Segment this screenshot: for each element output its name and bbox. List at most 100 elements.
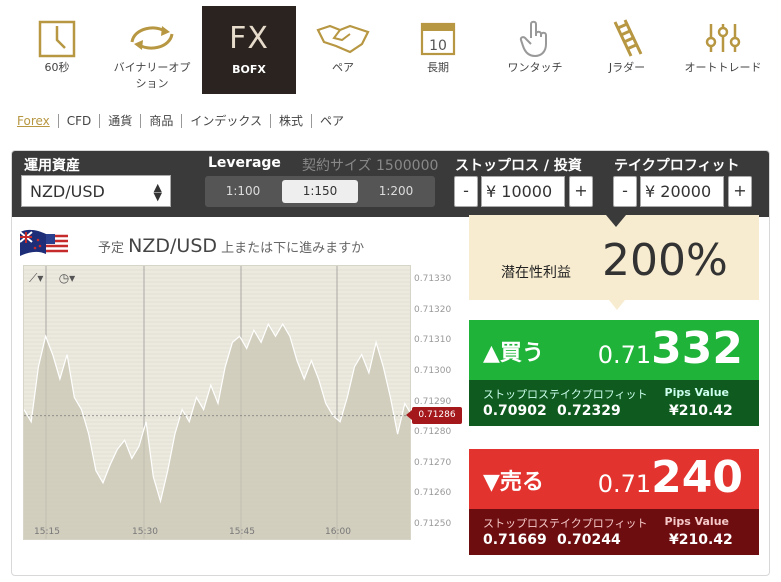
current-price-tag: 0.71286	[406, 406, 462, 424]
fx-glyph: FX	[229, 20, 269, 56]
buy-stoploss-value: 0.70902	[483, 403, 547, 419]
sell-details-header: ストップロステイクプロフィット	[483, 517, 648, 530]
tool-pair[interactable]: ペア	[300, 6, 386, 94]
tool-auto-trade[interactable]: オートトレード	[680, 6, 766, 94]
sell-pips-value: ¥210.42	[669, 532, 733, 548]
buy-takeprofit-value: 0.72329	[557, 403, 621, 419]
up-arrow-icon: ▲	[483, 341, 500, 366]
nzd-usd-flag-icon	[18, 226, 70, 262]
product-toolbar: 60秒 バイナリーオプション FX BOFX ペア 10 長期 ワンタッチ Jラ	[0, 0, 781, 100]
sell-top: ▼売る 0.71240	[469, 449, 759, 509]
sliders-icon	[680, 16, 766, 60]
takeprofit-label: テイクプロフィット	[614, 158, 740, 174]
buy-price: 0.71332	[598, 323, 743, 374]
tab-forex[interactable]: Forex	[17, 114, 58, 128]
takeprofit-plus-button[interactable]: +	[728, 176, 752, 207]
leverage-selector: 1:100 1:150 1:200	[205, 176, 435, 207]
tool-one-touch[interactable]: ワンタッチ	[490, 6, 580, 94]
sell-takeprofit-value: 0.70244	[557, 532, 621, 548]
buy-details-header: ストップロステイクプロフィット	[483, 388, 648, 401]
x-tick-label: 15:30	[132, 527, 158, 537]
sell-button[interactable]: ▼売る 0.71240 ストップロステイクプロフィット Pips Value 0…	[469, 449, 759, 555]
tool-label: ワンタッチ	[507, 61, 563, 74]
contract-size-label: 契約サイズ 1500000	[302, 158, 439, 174]
cycle-arrows-icon	[104, 16, 200, 60]
y-tick-label: 0.71310	[414, 335, 452, 346]
leverage-option-200[interactable]: 1:200	[358, 180, 434, 203]
chart-headline: 予定 NZD/USD 上または下に進みますか	[98, 235, 364, 257]
takeprofit-input[interactable]: ¥ 20000	[640, 176, 724, 207]
notch-decoration	[609, 300, 625, 310]
buy-top: ▲買う 0.71332	[469, 320, 759, 380]
tool-long-term[interactable]: 10 長期	[396, 6, 480, 94]
sell-price-prefix: 0.71	[597, 470, 652, 498]
handshake-icon	[300, 16, 386, 60]
profit-value: 200%	[602, 235, 728, 286]
leverage-option-100[interactable]: 1:100	[205, 180, 281, 203]
chart-tools: ⟋▾ ◷▾	[29, 271, 75, 286]
tool-binary-option[interactable]: バイナリーオプション	[104, 6, 200, 94]
headline-suffix: 上または下に進みますか	[221, 241, 365, 256]
stoploss-input[interactable]: ¥ 10000	[481, 176, 565, 207]
sell-label: 売る	[499, 470, 544, 495]
buy-pips-label: Pips Value	[664, 386, 729, 399]
stoploss-minus-button[interactable]: -	[454, 176, 478, 207]
down-arrow-icon: ▼	[483, 470, 500, 495]
tool-label: BOFX	[232, 63, 266, 76]
headline-pair: NZD/USD	[128, 235, 218, 257]
sell-price: 0.71240	[598, 452, 743, 503]
leverage-option-150[interactable]: 1:150	[282, 180, 358, 203]
tab-cfd[interactable]: CFD	[59, 114, 100, 128]
tool-label: バイナリーオプション	[113, 61, 191, 90]
price-area	[24, 324, 410, 539]
calendar-day: 10	[429, 38, 447, 54]
x-tick-label: 15:45	[229, 527, 255, 537]
asset-label: 運用資産	[24, 158, 80, 174]
sell-stoploss-value: 0.71669	[483, 532, 547, 548]
tab-indices[interactable]: インデックス	[182, 112, 270, 129]
sell-label-group: ▼売る	[483, 464, 544, 496]
y-tick-label: 0.71280	[414, 427, 452, 438]
control-bar: 運用資産 NZD/USD ▲ ▼ Leverage 契約サイズ 1500000 1…	[12, 151, 769, 217]
buy-details: ストップロステイクプロフィット Pips Value 0.70902 0.723…	[469, 380, 759, 426]
price-chart[interactable]: ⟋▾ ◷▾	[23, 265, 411, 540]
touch-icon	[490, 16, 580, 60]
tab-pair[interactable]: ペア	[312, 112, 352, 129]
x-tick-label: 16:00	[325, 527, 351, 537]
tool-j-ladder[interactable]: Jラダー	[585, 6, 669, 94]
asset-select[interactable]: NZD/USD ▲ ▼	[21, 175, 171, 207]
ladder-icon	[585, 16, 669, 60]
y-tick-label: 0.71330	[414, 274, 452, 285]
tool-label: Jラダー	[608, 61, 646, 74]
tool-bofx[interactable]: FX BOFX	[202, 6, 296, 94]
tab-commodities[interactable]: 商品	[141, 112, 181, 129]
buy-button[interactable]: ▲買う 0.71332 ストップロステイクプロフィット Pips Value 0…	[469, 320, 759, 426]
y-tick-label: 0.71270	[414, 457, 452, 468]
timeframe-clock-icon[interactable]: ◷▾	[59, 271, 76, 285]
tool-label: 長期	[427, 61, 449, 74]
buy-price-prefix: 0.71	[597, 341, 652, 369]
y-tick-label: 0.71320	[414, 304, 452, 315]
y-tick-label: 0.71260	[414, 488, 452, 499]
buy-label: 買う	[499, 341, 544, 366]
category-tabs: Forex CFD 通貨 商品 インデックス 株式 ペア	[17, 112, 352, 129]
takeprofit-minus-button[interactable]: -	[613, 176, 637, 207]
tab-stocks[interactable]: 株式	[271, 112, 311, 129]
clock-icon	[14, 16, 100, 60]
price-chart-canvas	[24, 266, 410, 539]
x-tick-label: 15:15	[34, 527, 60, 537]
y-tick-label: 0.71250	[414, 518, 452, 529]
tab-currency[interactable]: 通貨	[100, 112, 140, 129]
stoploss-plus-button[interactable]: +	[569, 176, 593, 207]
buy-pips-value: ¥210.42	[669, 403, 733, 419]
tool-label: オートトレード	[684, 61, 762, 74]
y-tick-label: 0.71300	[414, 365, 452, 376]
leverage-label: Leverage	[208, 155, 281, 171]
asset-value: NZD/USD	[30, 182, 105, 201]
tool-label: ペア	[332, 61, 354, 74]
sort-arrows-icon: ▲ ▼	[153, 181, 162, 203]
tool-60sec[interactable]: 60秒	[14, 6, 100, 94]
buy-label-group: ▲買う	[483, 335, 544, 367]
stoploss-label: ストップロス / 投資	[455, 158, 582, 174]
chart-type-icon[interactable]: ⟋▾	[29, 271, 43, 285]
